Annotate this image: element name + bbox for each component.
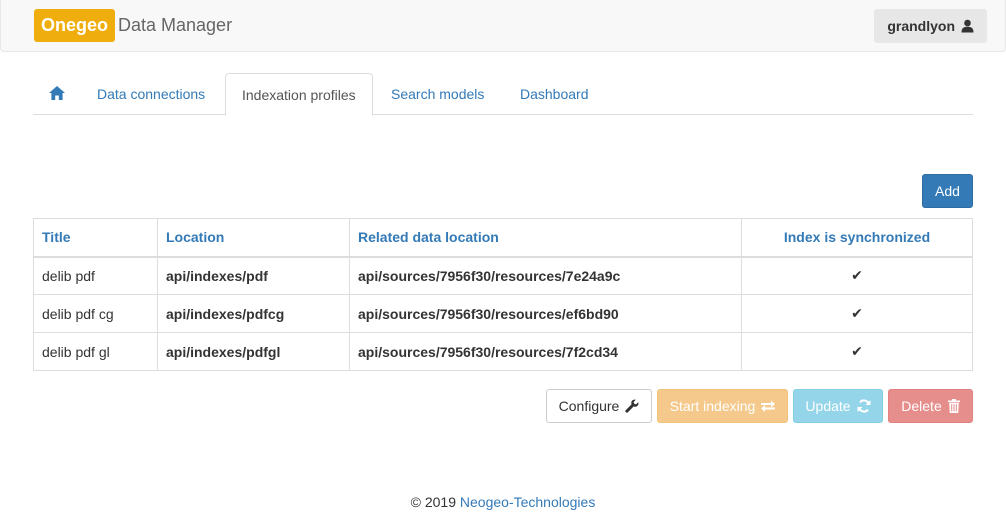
check-icon: ✔	[741, 332, 973, 371]
column-header-location[interactable]: Location	[157, 218, 350, 258]
exchange-icon	[761, 400, 776, 412]
cell-related-location: api/sources/7956f30/resources/7f2cd34	[349, 332, 742, 371]
footer: © 2019 Neogeo-Technologies	[0, 494, 1006, 510]
table-header-row: Title Location Related data location Ind…	[33, 218, 973, 258]
table-row[interactable]: delib pdf gl api/indexes/pdfgl api/sourc…	[33, 332, 973, 371]
cell-location: api/indexes/pdfcg	[157, 294, 350, 333]
navbar: Onegeo Data Manager grandlyon	[0, 0, 1006, 52]
footer-copyright: © 2019	[410, 494, 457, 510]
cell-related-location: api/sources/7956f30/resources/7e24a9c	[349, 256, 742, 295]
configure-button[interactable]: Configure	[546, 389, 652, 423]
column-header-related-data-location[interactable]: Related data location	[349, 218, 742, 258]
main-tabs: Data connections Indexation profiles Sea…	[33, 73, 973, 116]
tab-indexation-profiles[interactable]: Indexation profiles	[225, 73, 373, 116]
trash-icon	[947, 399, 960, 413]
wrench-icon	[625, 399, 639, 413]
tab-home[interactable]	[33, 73, 81, 115]
cell-location: api/indexes/pdfgl	[157, 332, 350, 371]
start-indexing-label: Start indexing	[669, 398, 756, 414]
refresh-icon	[857, 399, 871, 413]
cell-title: delib pdf	[33, 256, 158, 295]
column-header-title[interactable]: Title	[33, 218, 158, 258]
update-label: Update	[805, 398, 851, 414]
home-icon	[49, 86, 65, 100]
table-row[interactable]: delib pdf api/indexes/pdf api/sources/79…	[33, 256, 973, 295]
update-button[interactable]: Update	[793, 389, 883, 423]
cell-title: delib pdf gl	[33, 332, 158, 371]
app-title[interactable]: Data Manager	[118, 9, 232, 42]
tab-search-models[interactable]: Search models	[375, 73, 500, 115]
table-row[interactable]: delib pdf cg api/indexes/pdfcg api/sourc…	[33, 294, 973, 333]
tab-dashboard[interactable]: Dashboard	[504, 73, 605, 115]
user-menu-button[interactable]: grandlyon	[874, 9, 987, 43]
delete-button[interactable]: Delete	[888, 389, 973, 423]
delete-label: Delete	[901, 398, 942, 414]
cell-title: delib pdf cg	[33, 294, 158, 333]
profiles-table: Title Location Related data location Ind…	[33, 218, 973, 371]
configure-label: Configure	[558, 398, 620, 414]
user-name: grandlyon	[887, 18, 955, 34]
cell-location: api/indexes/pdf	[157, 256, 350, 295]
user-icon	[961, 19, 974, 33]
check-icon: ✔	[741, 256, 973, 295]
start-indexing-button[interactable]: Start indexing	[657, 389, 788, 423]
add-button[interactable]: Add	[922, 174, 973, 208]
cell-related-location: api/sources/7956f30/resources/ef6bd90	[349, 294, 742, 333]
column-header-index-synchronized[interactable]: Index is synchronized	[741, 218, 973, 258]
footer-company-link[interactable]: Neogeo-Technologies	[460, 494, 595, 510]
check-icon: ✔	[741, 294, 973, 333]
tab-data-connections[interactable]: Data connections	[81, 73, 221, 115]
brand-logo[interactable]: Onegeo	[34, 9, 116, 42]
